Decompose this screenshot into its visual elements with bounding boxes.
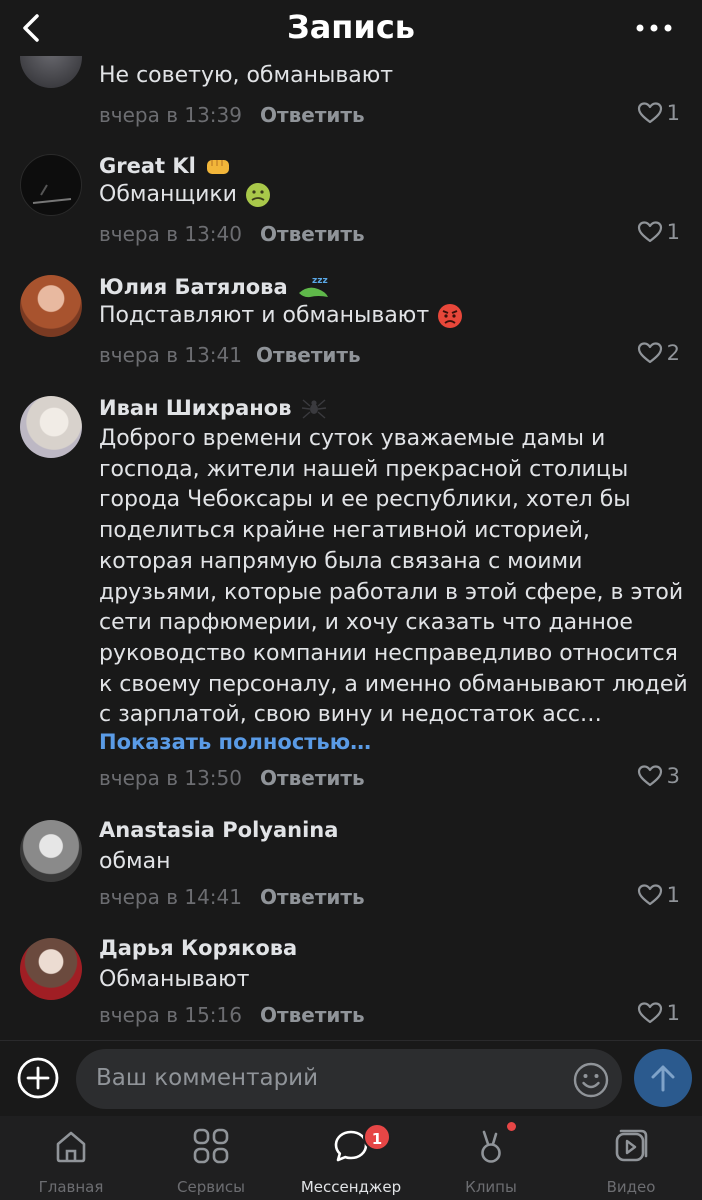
tab-video[interactable]: Видео	[561, 1116, 701, 1200]
author-name[interactable]: Anastasia Polyanina	[99, 818, 338, 842]
reply-button[interactable]: Ответить	[260, 103, 365, 127]
avatar[interactable]	[20, 938, 82, 1000]
show-more-link[interactable]: Показать полностью…	[99, 730, 371, 754]
comment-meta: вчера в 13:39 Ответить	[99, 103, 365, 127]
avatar[interactable]	[20, 154, 82, 216]
nauseated-emoji	[245, 183, 270, 207]
clips-icon	[481, 1130, 501, 1163]
services-grid-icon	[193, 1128, 229, 1164]
comment-time: вчера в 13:40	[99, 222, 242, 246]
author-name[interactable]: Иван Шихранов	[99, 394, 328, 422]
heart-icon	[637, 765, 662, 787]
heart-icon	[637, 884, 662, 906]
angry-emoji	[438, 304, 463, 328]
like-button[interactable]: 1	[637, 883, 680, 907]
like-count: 1	[666, 883, 680, 907]
reply-button[interactable]: Ответить	[260, 766, 365, 790]
arrow-up-icon	[651, 1065, 675, 1092]
svg-text:zzz: zzz	[312, 276, 328, 286]
comment-text: обман	[99, 849, 171, 874]
new-clips-dot	[507, 1122, 516, 1131]
reply-button[interactable]: Ответить	[260, 222, 365, 246]
avatar-image	[32, 184, 72, 204]
tab-label: Сервисы	[177, 1178, 245, 1196]
like-count: 1	[666, 1001, 680, 1025]
comment-time: вчера в 13:41	[99, 343, 242, 367]
send-button[interactable]	[634, 1049, 692, 1107]
comment-text: Не советую, обманывают	[99, 63, 394, 88]
author-name[interactable]: Юлия Батялова zzz	[99, 273, 330, 301]
page-title: Запись	[286, 8, 416, 46]
comment-time: вчера в 14:41	[99, 885, 242, 909]
comment-text: Подставляют и обманывают	[99, 301, 689, 332]
avatar[interactable]	[20, 396, 82, 458]
comment-time: вчера в 15:16	[99, 1003, 242, 1027]
avatar[interactable]	[20, 56, 82, 88]
like-button[interactable]: 1	[637, 1001, 680, 1025]
tab-home[interactable]: Главная	[1, 1116, 141, 1200]
tab-label: Главная	[38, 1178, 104, 1196]
bottom-tab-bar: Главная Сервисы 1 Мессенджер Клипы Видео	[0, 1116, 702, 1200]
avatar[interactable]	[20, 275, 82, 337]
author-name[interactable]: Great Kl	[99, 152, 232, 180]
comment-meta: вчера в 13:40 Ответить	[99, 222, 365, 246]
plus-circle-icon[interactable]	[16, 1056, 60, 1100]
comment-time: вчера в 13:50	[99, 766, 242, 790]
tab-label: Видео	[606, 1178, 656, 1196]
comment-meta: вчера в 15:16 Ответить	[99, 1003, 365, 1027]
heart-icon	[637, 1002, 662, 1024]
more-horizontal-icon[interactable]	[634, 16, 674, 40]
tab-label: Клипы	[465, 1178, 517, 1196]
comment-text: Обманывают	[99, 967, 250, 992]
spider-emoji	[301, 399, 326, 419]
sleeping-lizard-emoji: zzz	[298, 276, 328, 298]
tab-label: Мессенджер	[300, 1178, 402, 1196]
comment-text: Обманщики	[99, 180, 689, 211]
heart-icon	[637, 342, 662, 364]
like-button[interactable]: 3	[637, 764, 680, 788]
reply-button[interactable]: Ответить	[260, 885, 365, 909]
like-count: 1	[666, 101, 680, 125]
avatar[interactable]	[20, 820, 82, 882]
tab-services[interactable]: Сервисы	[141, 1116, 281, 1200]
like-count: 1	[666, 220, 680, 244]
unread-badge: 1	[363, 1123, 391, 1151]
comment-meta: вчера в 13:41 Ответить	[99, 343, 361, 367]
reply-button[interactable]: Ответить	[256, 343, 361, 367]
like-count: 3	[666, 764, 680, 788]
like-button[interactable]: 1	[637, 220, 680, 244]
comment-time: вчера в 13:39	[99, 103, 242, 127]
like-button[interactable]: 1	[637, 101, 680, 125]
heart-icon	[637, 221, 662, 243]
comment-input-bar: Ваш комментарий	[0, 1040, 702, 1116]
like-count: 2	[666, 341, 680, 365]
comment-meta: вчера в 13:50 Ответить	[99, 766, 365, 790]
comment-text: Доброго времени суток уважаемые дамы и г…	[99, 426, 688, 728]
video-icon	[615, 1129, 648, 1162]
author-name[interactable]: Дарья Корякова	[99, 936, 297, 960]
reply-button[interactable]: Ответить	[260, 1003, 365, 1027]
like-button[interactable]: 2	[637, 341, 680, 365]
comment-input[interactable]: Ваш комментарий	[76, 1049, 622, 1109]
tab-clips[interactable]: Клипы	[421, 1116, 561, 1200]
heart-icon	[637, 102, 662, 124]
home-icon	[56, 1131, 86, 1163]
smile-icon[interactable]	[572, 1061, 610, 1099]
tab-messenger[interactable]: 1 Мессенджер	[281, 1116, 421, 1200]
fist-emoji	[206, 160, 229, 174]
top-bar: Запись	[0, 0, 702, 56]
comment-meta: вчера в 14:41 Ответить	[99, 885, 365, 909]
comment-placeholder: Ваш комментарий	[96, 1065, 319, 1091]
comments-feed[interactable]: Не советую, обманывают вчера в 13:39 Отве…	[0, 56, 702, 1040]
